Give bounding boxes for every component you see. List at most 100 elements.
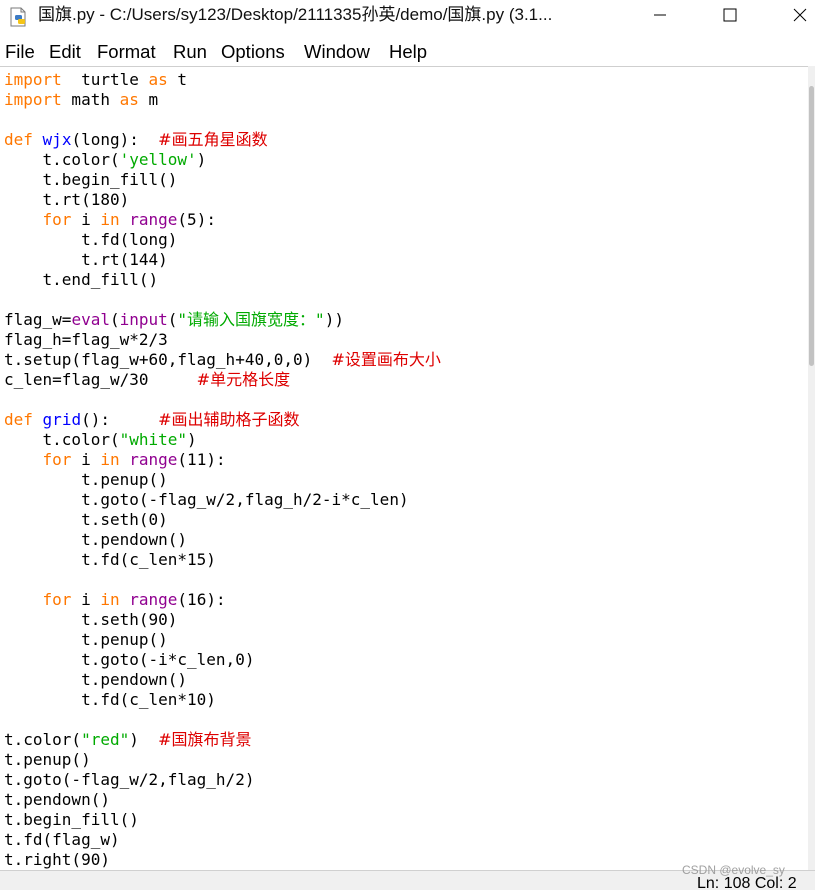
code-line[interactable]: flag_h=flag_w*2/3 xyxy=(4,330,804,350)
code-line[interactable]: t.goto(-i*c_len,0) xyxy=(4,650,804,670)
code-line[interactable]: import turtle as t xyxy=(4,70,804,90)
menu-help[interactable]: Help xyxy=(389,38,427,66)
code-token: t.goto(-i*c_len,0) xyxy=(4,650,255,669)
code-line[interactable] xyxy=(4,570,804,590)
code-token: t.penup() xyxy=(4,750,91,769)
code-token: t.penup() xyxy=(4,630,168,649)
code-line[interactable]: t.color("red") #国旗布背景 xyxy=(4,730,804,750)
title-bar[interactable]: 国旗.py - C:/Users/sy123/Desktop/2111335孙英… xyxy=(0,0,815,32)
menu-run[interactable]: Run xyxy=(173,38,207,66)
code-line[interactable]: import math as m xyxy=(4,90,804,110)
code-line[interactable] xyxy=(4,110,804,130)
code-line[interactable]: for i in range(11): xyxy=(4,450,804,470)
code-token: t.setup(flag_w+60,flag_h+40,0,0) xyxy=(4,350,332,369)
code-line[interactable]: t.begin_fill() xyxy=(4,810,804,830)
code-token: "请输入国旗宽度：" xyxy=(177,310,325,329)
scrollbar-thumb[interactable] xyxy=(809,86,814,366)
code-line[interactable]: t.seth(0) xyxy=(4,510,804,530)
code-token: (5): xyxy=(177,210,216,229)
code-line[interactable]: t.end_fill() xyxy=(4,270,804,290)
code-token: #单元格长度 xyxy=(196,370,291,389)
menu-file[interactable]: File xyxy=(5,38,35,66)
cursor-position: Ln: 108 Col: 2 xyxy=(697,875,797,892)
code-token: #画五角星函数 xyxy=(158,130,268,149)
code-token: as xyxy=(119,90,139,109)
code-token: input xyxy=(119,310,168,329)
code-token: (long): xyxy=(71,130,159,149)
code-token: ( xyxy=(167,310,178,329)
code-line[interactable]: for i in range(16): xyxy=(4,590,804,610)
code-token: in xyxy=(100,450,120,469)
code-line[interactable]: t.penup() xyxy=(4,470,804,490)
code-line[interactable]: t.fd(c_len*15) xyxy=(4,550,804,570)
code-token: "red" xyxy=(81,730,130,749)
code-token: grid xyxy=(42,410,82,429)
code-line[interactable]: for i in range(5): xyxy=(4,210,804,230)
code-token: import xyxy=(4,70,62,89)
code-token: t.seth(90) xyxy=(4,610,178,629)
code-token: ) xyxy=(129,730,159,749)
code-token: in xyxy=(100,210,120,229)
code-line[interactable]: t.setup(flag_w+60,flag_h+40,0,0) #设置画布大小 xyxy=(4,350,804,370)
code-line[interactable]: t.penup() xyxy=(4,750,804,770)
code-line[interactable]: t.goto(-flag_w/2,flag_h/2-i*c_len) xyxy=(4,490,804,510)
menu-options[interactable]: Options xyxy=(221,38,285,66)
code-token: t.right(90) xyxy=(4,850,110,869)
python-file-icon xyxy=(8,7,30,27)
code-token: def xyxy=(4,410,33,429)
code-line[interactable]: def grid(): #画出辅助格子函数 xyxy=(4,410,804,430)
code-token: eval xyxy=(71,310,110,329)
code-token: t.begin_fill() xyxy=(4,810,139,829)
code-line[interactable]: t.color('yellow') xyxy=(4,150,804,170)
watermark: CSDN @evolve_sy xyxy=(682,863,785,877)
code-line[interactable]: t.rt(180) xyxy=(4,190,804,210)
code-line[interactable]: def wjx(long): #画五角星函数 xyxy=(4,130,804,150)
minimize-button[interactable] xyxy=(636,0,684,32)
code-line[interactable]: t.penup() xyxy=(4,630,804,650)
code-token: math xyxy=(61,90,120,109)
code-line[interactable]: t.color("white") xyxy=(4,430,804,450)
code-token: as xyxy=(148,70,168,89)
code-token: t.fd(c_len*10) xyxy=(4,690,216,709)
menu-format[interactable]: Format xyxy=(97,38,156,66)
code-token: (): xyxy=(81,410,159,429)
code-line[interactable] xyxy=(4,390,804,410)
code-editor[interactable]: import turtle as t import math as m def w… xyxy=(0,66,815,871)
code-token: for xyxy=(42,590,72,609)
code-line[interactable]: t.pendown() xyxy=(4,670,804,690)
code-token: def xyxy=(4,130,33,149)
code-line[interactable]: t.goto(-flag_w/2,flag_h/2) xyxy=(4,770,804,790)
code-token: ( xyxy=(109,310,120,329)
code-line[interactable]: t.fd(long) xyxy=(4,230,804,250)
code-token: 'yellow' xyxy=(119,150,197,169)
code-line[interactable]: t.rt(144) xyxy=(4,250,804,270)
menu-edit[interactable]: Edit xyxy=(49,38,81,66)
vertical-scrollbar[interactable] xyxy=(808,66,815,870)
close-button[interactable] xyxy=(776,0,815,32)
code-line[interactable]: flag_w=eval(input("请输入国旗宽度：")) xyxy=(4,310,804,330)
code-token: #设置画布大小 xyxy=(331,350,441,369)
code-line[interactable]: t.pendown() xyxy=(4,790,804,810)
code-line[interactable]: t.fd(flag_w) xyxy=(4,830,804,850)
code-line[interactable]: t.pendown() xyxy=(4,530,804,550)
code-line[interactable]: c_len=flag_w/30 #单元格长度 xyxy=(4,370,804,390)
code-line[interactable] xyxy=(4,710,804,730)
menu-window[interactable]: Window xyxy=(304,38,370,66)
code-text[interactable]: import turtle as t import math as m def w… xyxy=(4,70,804,870)
code-token: t.fd(c_len*15) xyxy=(4,550,216,569)
code-line[interactable]: t.fd(c_len*10) xyxy=(4,690,804,710)
code-token: ) xyxy=(187,430,197,449)
code-token: t.end_fill() xyxy=(4,270,159,289)
code-token: ) xyxy=(196,150,207,169)
code-token: t.color( xyxy=(4,430,120,449)
code-line[interactable] xyxy=(4,290,804,310)
maximize-button[interactable] xyxy=(706,0,754,32)
code-line[interactable]: t.begin_fill() xyxy=(4,170,804,190)
code-token: t.goto(-flag_w/2,flag_h/2-i*c_len) xyxy=(4,490,409,509)
code-token: t.begin_fill() xyxy=(4,170,178,189)
code-line[interactable]: t.seth(90) xyxy=(4,610,804,630)
